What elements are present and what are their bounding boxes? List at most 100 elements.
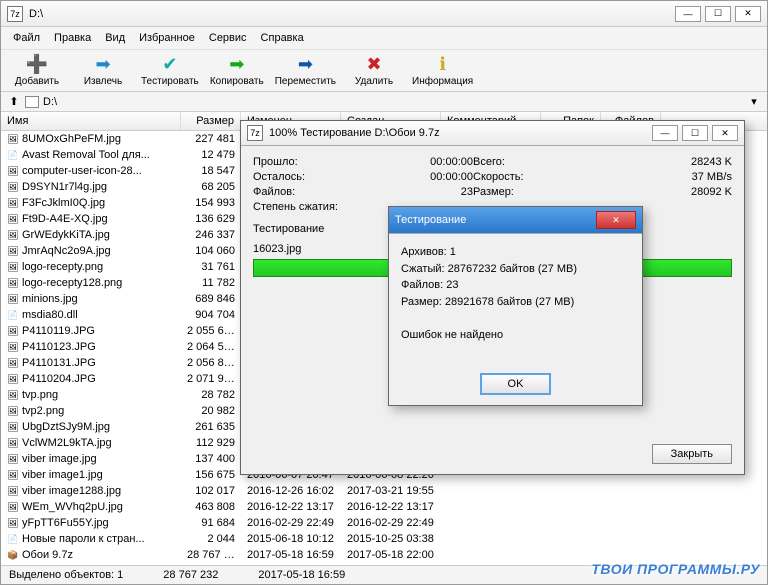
- tool-Удалить[interactable]: ✖Удалить: [346, 54, 402, 87]
- watermark: ТВОИ ПРОГРАММЫ.РУ: [591, 561, 760, 577]
- tool-Добавить[interactable]: ➕ Добавить: [9, 54, 65, 87]
- file-size: 112 929: [181, 437, 241, 449]
- file-created: 2016-12-22 13:17: [341, 501, 441, 513]
- titlebar: 7z D:\ — ☐ ✕: [1, 1, 767, 27]
- file-icon: 🖼: [7, 165, 19, 177]
- file-created: 2017-03-21 19:55: [341, 485, 441, 497]
- tool-label: Тестировать: [141, 76, 199, 87]
- file-icon: 🖼: [7, 133, 19, 145]
- file-size: 2 055 649: [181, 325, 241, 337]
- progress-max-button[interactable]: ☐: [682, 125, 708, 141]
- remain-value: 00:00:00: [373, 171, 473, 183]
- file-size: 28 767 232: [181, 549, 241, 561]
- result-close-button[interactable]: ✕: [596, 211, 636, 229]
- file-icon: 🖼: [7, 181, 19, 193]
- files-label: Файлов:: [253, 186, 373, 198]
- elapsed-label: Прошло:: [253, 156, 373, 168]
- file-size: 463 808: [181, 501, 241, 513]
- total-label: Всего:: [473, 156, 573, 168]
- file-icon: 🖼: [7, 261, 19, 273]
- menu-0[interactable]: Файл: [7, 30, 46, 46]
- file-size: 11 782: [181, 277, 241, 289]
- file-row[interactable]: 🖼viber image1288.jpg102 0172016-12-26 16…: [1, 483, 767, 499]
- file-name: msdia80.dll: [22, 309, 78, 321]
- col-name[interactable]: Имя: [1, 112, 181, 130]
- file-size: 904 704: [181, 309, 241, 321]
- file-name: Новые пароли к стран...: [22, 533, 145, 545]
- tool-icon: ➡: [298, 54, 313, 74]
- menu-3[interactable]: Избранное: [133, 30, 201, 46]
- path-text[interactable]: D:\: [43, 96, 743, 108]
- file-row[interactable]: 📄Новые пароли к стран...2 0442015-06-18 …: [1, 531, 767, 547]
- file-name: logo-recepty128.png: [22, 277, 122, 289]
- ratio-label: Степень сжатия:: [253, 201, 373, 213]
- tool-icon: ➡: [229, 54, 244, 74]
- menu-1[interactable]: Правка: [48, 30, 97, 46]
- file-size: 31 761: [181, 261, 241, 273]
- files-value: 23: [373, 186, 473, 198]
- file-size: 12 479: [181, 149, 241, 161]
- file-name: Avast Removal Tool для...: [22, 149, 150, 161]
- menubar: ФайлПравкаВидИзбранноеСервисСправка: [1, 27, 767, 50]
- file-modified: 2016-02-29 22:49: [241, 517, 341, 529]
- file-row[interactable]: 🖼WEm_WVhq2pU.jpg463 8082016-12-22 13:172…: [1, 499, 767, 515]
- path-dropdown-icon[interactable]: ▾: [747, 95, 761, 108]
- file-icon: 🖼: [7, 389, 19, 401]
- file-icon: 🖼: [7, 517, 19, 529]
- file-name: minions.jpg: [22, 293, 78, 305]
- progress-titlebar: 7z 100% Тестирование D:\Обои 9.7z — ☐ ✕: [241, 121, 744, 146]
- file-name: GrWEdykKiTA.jpg: [22, 229, 110, 241]
- close-button[interactable]: ✕: [735, 6, 761, 22]
- file-created: 2017-05-18 22:00: [341, 549, 441, 561]
- tool-Информация[interactable]: ℹИнформация: [412, 54, 473, 87]
- tool-Тестировать[interactable]: ✔ Тестировать: [141, 54, 199, 87]
- maximize-button[interactable]: ☐: [705, 6, 731, 22]
- file-icon: 🖼: [7, 293, 19, 305]
- window-title: D:\: [29, 8, 675, 20]
- file-name: VclWM2L9kTA.jpg: [22, 437, 112, 449]
- file-modified: 2016-12-22 13:17: [241, 501, 341, 513]
- file-size: 68 205: [181, 181, 241, 193]
- close-btn[interactable]: Закрыть: [652, 444, 732, 464]
- file-icon: 🖼: [7, 229, 19, 241]
- tool-icon: ✖: [366, 54, 381, 74]
- tool-icon: ✔: [162, 54, 177, 74]
- tool-label: Добавить: [15, 76, 59, 87]
- tool-Извлечь[interactable]: ➡Извлечь: [75, 54, 131, 87]
- pathbar: ⬆ D:\ ▾: [1, 92, 767, 112]
- col-size[interactable]: Размер: [181, 112, 241, 130]
- total-value: 28243 K: [573, 156, 732, 168]
- remain-label: Осталось:: [253, 171, 373, 183]
- menu-5[interactable]: Справка: [255, 30, 310, 46]
- size-value: 28092 K: [573, 186, 732, 198]
- file-size: 689 846: [181, 293, 241, 305]
- file-size: 28 782: [181, 389, 241, 401]
- progress-close-button[interactable]: ✕: [712, 125, 738, 141]
- tool-Копировать[interactable]: ➡Копировать: [209, 54, 265, 87]
- file-name: viber image1.jpg: [22, 469, 103, 481]
- file-name: F3FcJklmI0Q.jpg: [22, 197, 105, 209]
- file-icon: 🖼: [7, 213, 19, 225]
- result-ok-button[interactable]: OK: [480, 373, 552, 395]
- file-size: 91 684: [181, 517, 241, 529]
- progress-min-button[interactable]: —: [652, 125, 678, 141]
- menu-2[interactable]: Вид: [99, 30, 131, 46]
- minimize-button[interactable]: —: [675, 6, 701, 22]
- tool-label: Переместить: [275, 76, 336, 87]
- file-icon: 📄: [7, 309, 19, 321]
- progress-title: 100% Тестирование D:\Обои 9.7z: [269, 127, 652, 139]
- app-icon: 7z: [7, 6, 23, 22]
- file-icon: 🖼: [7, 373, 19, 385]
- menu-4[interactable]: Сервис: [203, 30, 253, 46]
- file-size: 137 400: [181, 453, 241, 465]
- file-name: logo-recepty.png: [22, 261, 103, 273]
- speed-label: Скорость:: [473, 171, 573, 183]
- size-label: Размер:: [473, 186, 573, 198]
- file-row[interactable]: 🖼yFpTT6Fu55Y.jpg91 6842016-02-29 22:4920…: [1, 515, 767, 531]
- status-mod: 2017-05-18 16:59: [258, 569, 345, 581]
- tool-icon: ➕: [26, 54, 48, 74]
- file-name: JmrAqNc2o9A.jpg: [22, 245, 111, 257]
- file-size: 136 629: [181, 213, 241, 225]
- path-up-icon[interactable]: ⬆: [7, 95, 21, 108]
- tool-Переместить[interactable]: ➡ Переместить: [275, 54, 336, 87]
